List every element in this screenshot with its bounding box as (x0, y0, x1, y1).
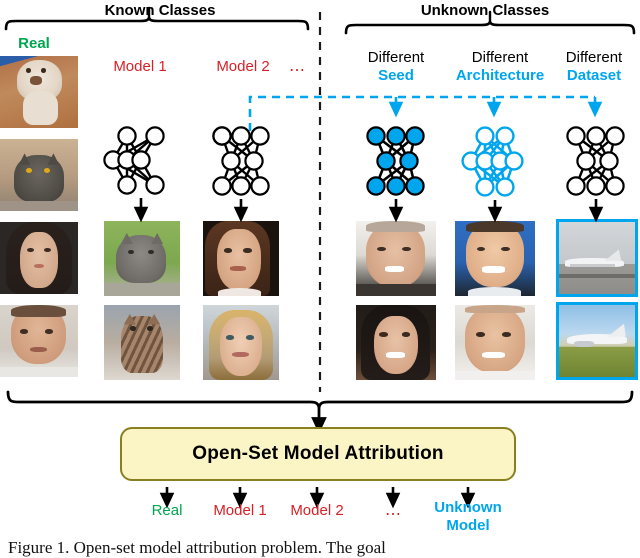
thumbnail-dataset-1 (559, 222, 635, 294)
unknown-classes-title: Unknown Classes (420, 2, 550, 19)
output-label-model1: Model 1 (213, 502, 267, 519)
figure-root: Known Classes Unknown Classes Real Model… (0, 0, 640, 558)
column-label-dataset-bottom: Dataset (566, 67, 622, 84)
network-model2 (212, 126, 270, 196)
attribution-box-label: Open-Set Model Attribution (192, 443, 444, 464)
column-label-ellipsis: ⋯ (289, 62, 305, 79)
network-model1 (103, 126, 165, 195)
column-label-real: Real (18, 35, 50, 52)
thumbnail-real-3 (0, 222, 78, 294)
output-label-real: Real (151, 502, 183, 519)
cyan-branch-lines (248, 95, 603, 131)
column-label-model1: Model 1 (113, 58, 167, 75)
thumbnail-real-1 (0, 56, 78, 128)
thumbnail-model2-1 (203, 221, 279, 296)
output-label-model2: Model 2 (290, 502, 344, 519)
column-label-dataset-top: Different (565, 49, 623, 66)
figure-caption: Figure 1. Open-set model attribution pro… (8, 538, 386, 557)
column-label-architecture-bottom: Architecture (455, 67, 545, 84)
thumbnail-model2-2 (203, 305, 279, 380)
output-label-unknown-sub: Model (446, 517, 490, 534)
column-label-seed-top: Different (367, 49, 425, 66)
output-label-ellipsis: ⋯ (385, 506, 401, 523)
thumbnail-seed-1 (356, 221, 436, 296)
thumbnail-architecture-1 (455, 221, 535, 296)
network-seed (366, 126, 425, 196)
thumbnail-real-4 (0, 305, 78, 377)
column-label-architecture-top: Different (471, 49, 529, 66)
thumbnail-architecture-2 (455, 305, 535, 380)
thumbnail-dataset-2 (559, 305, 635, 377)
thumbnail-model1-1 (104, 221, 180, 296)
thumbnail-model1-2 (104, 305, 180, 380)
network-dataset (566, 126, 625, 196)
column-label-model2: Model 2 (216, 58, 270, 75)
network-architecture (461, 126, 524, 197)
known-classes-title: Known Classes (104, 2, 216, 19)
open-set-model-attribution-box[interactable]: Open-Set Model Attribution (120, 427, 516, 481)
brace-all-columns (6, 390, 634, 409)
column-label-seed-bottom: Seed (378, 67, 414, 84)
thumbnail-real-2 (0, 139, 78, 211)
output-label-unknown: Unknown (434, 499, 502, 516)
output-arrows (159, 487, 476, 509)
thumbnail-seed-2 (356, 305, 436, 380)
